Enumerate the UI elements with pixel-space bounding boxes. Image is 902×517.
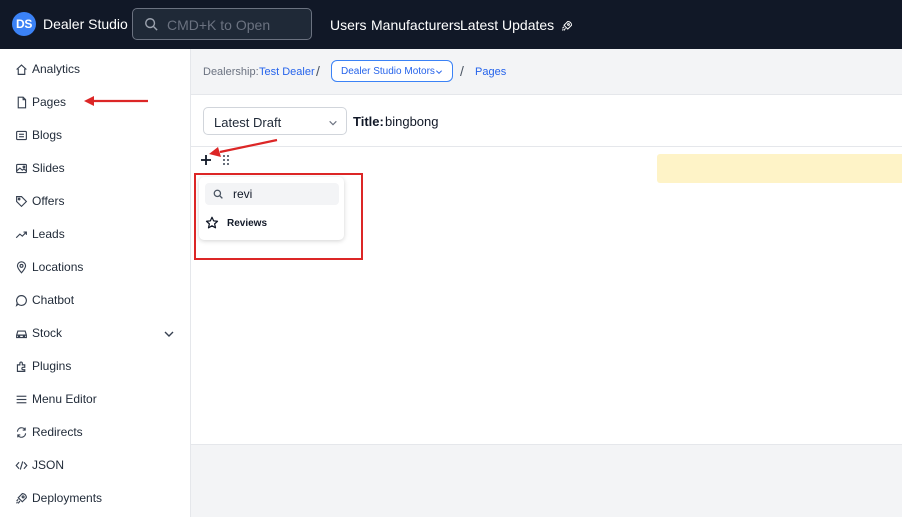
top-bar: DS Dealer Studio Users Manufacturers Lat… bbox=[0, 0, 902, 49]
sidebar-item-menu-editor[interactable]: Menu Editor bbox=[0, 384, 190, 414]
sidebar-item-slides[interactable]: Slides bbox=[0, 153, 190, 183]
version-select[interactable]: Latest Draft bbox=[203, 107, 347, 135]
tag-icon bbox=[16, 196, 28, 208]
nav-latest-updates-label: Latest Updates bbox=[460, 17, 555, 33]
chevron-down-icon[interactable] bbox=[163, 328, 175, 340]
search-icon bbox=[145, 18, 158, 31]
sidebar-item-label: Redirects bbox=[32, 425, 83, 439]
sidebar-item-label: Analytics bbox=[32, 62, 81, 76]
sidebar-item-label: JSON bbox=[32, 458, 65, 472]
block-placeholder[interactable] bbox=[657, 154, 902, 183]
footer-area bbox=[191, 445, 902, 517]
sidebar-item-label: Slides bbox=[32, 161, 65, 175]
sidebar-item-plugins[interactable]: Plugins bbox=[0, 351, 190, 381]
app-logo[interactable]: DS bbox=[12, 12, 36, 36]
title-value[interactable]: bingbong bbox=[385, 114, 439, 129]
command-search[interactable] bbox=[132, 8, 312, 40]
title-label: Title: bbox=[353, 114, 384, 129]
breadcrumb-separator: / bbox=[460, 63, 464, 79]
sidebar-item-label: Locations bbox=[32, 260, 84, 274]
trend-icon bbox=[15, 231, 27, 239]
car-icon bbox=[16, 330, 27, 339]
page-editor: Latest Draft Title: bingbong Reviews bbox=[191, 95, 902, 445]
menu-icon bbox=[16, 395, 27, 404]
rocket-icon bbox=[16, 493, 27, 504]
sidebar-item-offers[interactable]: Offers bbox=[0, 186, 190, 216]
breadcrumb-pages-link[interactable]: Pages bbox=[475, 66, 506, 78]
redirect-icon bbox=[16, 427, 27, 438]
breadcrumb-dealership-link[interactable]: Test Dealer bbox=[259, 66, 315, 78]
sidebar: Analytics Pages Blogs Slides Offers Lead… bbox=[0, 49, 191, 517]
nav-users[interactable]: Users bbox=[330, 17, 367, 33]
annotation-arrow-icon bbox=[209, 138, 278, 157]
annotation-highlight-box bbox=[194, 173, 363, 260]
sidebar-item-leads[interactable]: Leads bbox=[0, 219, 190, 249]
sidebar-item-redirects[interactable]: Redirects bbox=[0, 417, 190, 447]
page-icon bbox=[17, 96, 27, 109]
site-selector[interactable]: Dealer Studio Motors bbox=[331, 60, 453, 82]
sidebar-item-json[interactable]: JSON bbox=[0, 450, 190, 480]
sidebar-item-deployments[interactable]: Deployments bbox=[0, 483, 190, 513]
code-icon bbox=[15, 461, 28, 470]
sidebar-item-stock[interactable]: Stock bbox=[0, 318, 190, 348]
breadcrumb: Dealership: Test Dealer / Dealer Studio … bbox=[191, 49, 902, 95]
chevron-down-icon bbox=[435, 70, 443, 75]
sidebar-item-label: Blogs bbox=[32, 128, 63, 142]
site-selector-label: Dealer Studio Motors bbox=[341, 66, 435, 77]
sidebar-item-label: Stock bbox=[32, 326, 63, 340]
rocket-icon bbox=[562, 21, 573, 31]
chevron-down-icon bbox=[329, 120, 337, 126]
sidebar-item-label: Pages bbox=[32, 95, 67, 109]
sidebar-item-locations[interactable]: Locations bbox=[0, 252, 190, 282]
search-input[interactable] bbox=[167, 15, 307, 35]
home-icon bbox=[16, 64, 27, 75]
breadcrumb-dealership-label: Dealership: bbox=[203, 66, 259, 78]
sidebar-item-label: Offers bbox=[32, 194, 65, 208]
breadcrumb-separator: / bbox=[316, 63, 320, 79]
sidebar-item-label: Deployments bbox=[32, 491, 103, 505]
sidebar-item-label: Plugins bbox=[32, 359, 72, 373]
sidebar-item-blogs[interactable]: Blogs bbox=[0, 120, 190, 150]
location-icon bbox=[16, 261, 27, 274]
nav-manufacturers[interactable]: Manufacturers bbox=[371, 17, 460, 33]
plugin-icon bbox=[16, 361, 26, 372]
nav-latest-updates[interactable]: Latest Updates bbox=[460, 17, 573, 33]
app-name[interactable]: Dealer Studio bbox=[43, 16, 128, 32]
sidebar-item-label: Chatbot bbox=[32, 293, 75, 307]
version-select-value: Latest Draft bbox=[214, 115, 282, 130]
annotation-arrow-icon bbox=[84, 96, 148, 106]
sidebar-item-label: Leads bbox=[32, 227, 65, 241]
slides-icon bbox=[16, 163, 27, 174]
sidebar-item-label: Menu Editor bbox=[32, 392, 97, 406]
sidebar-item-chatbot[interactable]: Chatbot bbox=[0, 285, 190, 315]
chat-icon bbox=[15, 295, 27, 307]
divider bbox=[191, 146, 902, 147]
sidebar-item-analytics[interactable]: Analytics bbox=[0, 54, 190, 84]
blog-icon bbox=[16, 130, 27, 141]
